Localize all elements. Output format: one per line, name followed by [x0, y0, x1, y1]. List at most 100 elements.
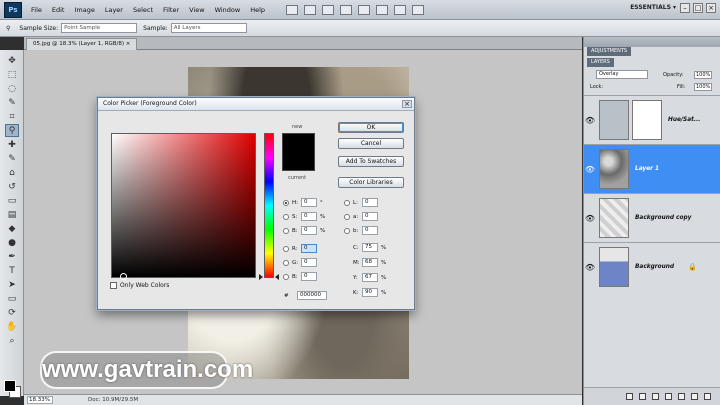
color-cursor[interactable]: [120, 273, 127, 280]
magenta-input[interactable]: 68: [362, 258, 378, 267]
only-web-colors-checkbox[interactable]: [110, 282, 117, 289]
history-brush-tool-icon[interactable]: ↺: [5, 180, 19, 193]
lab-b-radio[interactable]: [344, 227, 350, 234]
menu-edit[interactable]: Edit: [47, 6, 70, 14]
only-web-colors-option[interactable]: Only Web Colors: [110, 282, 169, 289]
clone-stamp-tool-icon[interactable]: ⌂: [5, 166, 19, 179]
menu-filter[interactable]: Filter: [158, 6, 184, 14]
new-group-icon[interactable]: [678, 393, 685, 400]
delete-layer-icon[interactable]: [704, 393, 711, 400]
layer-row-hue-saturation[interactable]: 👁 Hue/Sat...: [584, 95, 720, 144]
marquee-tool-icon[interactable]: ⬚: [5, 68, 19, 81]
close-icon[interactable]: ×: [402, 100, 412, 108]
foreground-color-swatch[interactable]: [4, 380, 16, 392]
visibility-eye-icon[interactable]: 👁: [584, 165, 596, 174]
layer-row-background-copy[interactable]: 👁 Background copy: [584, 193, 720, 242]
layer-row-layer-1[interactable]: 👁 Layer 1: [584, 144, 720, 193]
document-tab[interactable]: 05.jpg @ 18.3% (Layer 1, RGB/8) ×: [26, 38, 138, 50]
link-layers-icon[interactable]: [626, 393, 633, 400]
layers-tab[interactable]: LAYERS: [587, 58, 614, 67]
blur-tool-icon[interactable]: ◆: [5, 222, 19, 235]
screen-mode-icon[interactable]: [412, 4, 425, 15]
ok-button[interactable]: OK: [338, 122, 404, 133]
zoom-tool-icon[interactable]: [358, 4, 371, 15]
brightness-radio[interactable]: [283, 227, 289, 234]
crop-tool-icon[interactable]: ⌗: [5, 110, 19, 123]
menu-file[interactable]: File: [26, 6, 47, 14]
color-libraries-button[interactable]: Color Libraries: [338, 177, 404, 188]
green-input[interactable]: 0: [301, 258, 317, 267]
quick-selection-tool-icon[interactable]: ✎: [5, 96, 19, 109]
menu-window[interactable]: Window: [210, 6, 246, 14]
visibility-eye-icon[interactable]: 👁: [584, 116, 596, 125]
lab-a-input[interactable]: 0: [362, 212, 378, 221]
menu-help[interactable]: Help: [245, 6, 270, 14]
add-mask-icon[interactable]: [652, 393, 659, 400]
visibility-eye-icon[interactable]: 👁: [584, 214, 596, 223]
cyan-input[interactable]: 75: [362, 243, 378, 252]
sample-select[interactable]: All Layers: [170, 23, 247, 33]
hue-radio[interactable]: [283, 199, 289, 206]
shape-tool-icon[interactable]: ▭: [5, 292, 19, 305]
arrange-documents-icon[interactable]: [394, 4, 407, 15]
3d-rotate-tool-icon[interactable]: ⟳: [5, 306, 19, 319]
close-icon[interactable]: ×: [706, 3, 716, 13]
fill-input[interactable]: 100%: [694, 83, 712, 91]
view-extras-icon[interactable]: [304, 4, 317, 15]
hex-input[interactable]: 000000: [297, 291, 327, 300]
move-tool-icon[interactable]: ✥: [5, 54, 19, 67]
blue-input[interactable]: 0: [301, 272, 317, 281]
adjustments-tab[interactable]: ADJUSTMENTS: [587, 47, 632, 56]
lab-b-input[interactable]: 0: [362, 226, 378, 235]
new-layer-icon[interactable]: [691, 393, 698, 400]
cancel-button[interactable]: Cancel: [338, 138, 404, 149]
rotate-view-icon[interactable]: [376, 4, 389, 15]
eraser-tool-icon[interactable]: ▭: [5, 194, 19, 207]
hue-slider-left-arrow-icon[interactable]: [259, 274, 263, 280]
maximize-icon[interactable]: □: [693, 3, 703, 13]
gradient-tool-icon[interactable]: ▤: [5, 208, 19, 221]
zoom-tool-icon[interactable]: ⌕: [5, 334, 19, 347]
path-selection-tool-icon[interactable]: ➤: [5, 278, 19, 291]
menu-image[interactable]: Image: [69, 6, 99, 14]
add-to-swatches-button[interactable]: Add To Swatches: [338, 156, 404, 167]
blue-radio[interactable]: [283, 273, 289, 280]
blend-mode-select[interactable]: Overlay: [596, 70, 648, 79]
zoom-level-field[interactable]: 18.33%: [27, 396, 53, 404]
workspace-switcher[interactable]: ESSENTIALS ▾: [630, 4, 676, 11]
visibility-eye-icon[interactable]: 👁: [584, 263, 596, 272]
minimize-icon[interactable]: –: [680, 3, 690, 13]
zoom-level-icon[interactable]: [322, 4, 335, 15]
saturation-input[interactable]: 0: [301, 212, 317, 221]
opacity-input[interactable]: 100%: [694, 71, 712, 79]
healing-brush-tool-icon[interactable]: ✚: [5, 138, 19, 151]
lasso-tool-icon[interactable]: ◌: [5, 82, 19, 95]
sample-size-select[interactable]: Point Sample: [61, 23, 138, 33]
launch-bridge-icon[interactable]: [286, 4, 299, 15]
saturation-radio[interactable]: [283, 213, 289, 220]
yellow-input[interactable]: 67: [362, 273, 378, 282]
layer-style-icon[interactable]: [639, 393, 646, 400]
lab-l-input[interactable]: 0: [362, 198, 378, 207]
brush-tool-icon[interactable]: ✎: [5, 152, 19, 165]
menu-layer[interactable]: Layer: [100, 6, 128, 14]
color-field[interactable]: [111, 133, 256, 280]
lab-l-radio[interactable]: [344, 199, 350, 206]
adjustment-layer-icon[interactable]: [665, 393, 672, 400]
hand-tool-icon[interactable]: ✋: [5, 320, 19, 333]
eyedropper-tool-icon[interactable]: ⚲: [5, 124, 19, 137]
type-tool-icon[interactable]: T: [5, 264, 19, 277]
red-input[interactable]: 0: [301, 244, 317, 253]
hue-slider-right-arrow-icon[interactable]: [275, 274, 279, 280]
green-radio[interactable]: [283, 259, 289, 266]
brightness-input[interactable]: 0: [301, 226, 317, 235]
black-input[interactable]: 90: [362, 288, 378, 297]
pen-tool-icon[interactable]: ✒: [5, 250, 19, 263]
hue-slider[interactable]: [264, 133, 274, 278]
lab-a-radio[interactable]: [344, 213, 350, 220]
red-radio[interactable]: [283, 245, 289, 252]
menu-select[interactable]: Select: [128, 6, 158, 14]
dodge-tool-icon[interactable]: ●: [5, 236, 19, 249]
hand-tool-icon[interactable]: [340, 4, 353, 15]
layer-row-background[interactable]: 👁 Background 🔒: [584, 242, 720, 291]
